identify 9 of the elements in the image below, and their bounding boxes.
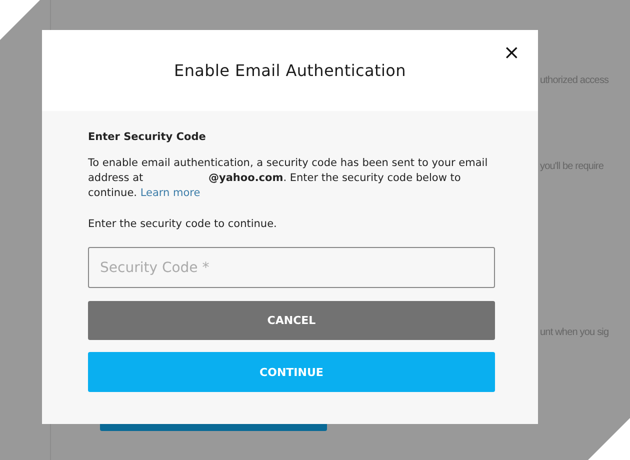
prompt-text: Enter the security code to continue. — [88, 218, 278, 230]
security-code-field[interactable]: Security Code * — [88, 247, 495, 288]
dialog-title: Enable Email Authentication — [174, 61, 406, 80]
instructions-text: To enable email authentication, a security code has been sent to your email address at @yahoo.com. Enter the security code below to continue. Learn more — [88, 156, 489, 201]
cancel-button[interactable]: CANCEL — [88, 301, 495, 340]
close-button[interactable]: × — [501, 42, 522, 62]
continue-button[interactable]: CONTINUE — [88, 352, 495, 392]
section-heading: Enter Security Code — [88, 131, 207, 143]
learn-more-link[interactable]: Learn more — [140, 187, 200, 199]
